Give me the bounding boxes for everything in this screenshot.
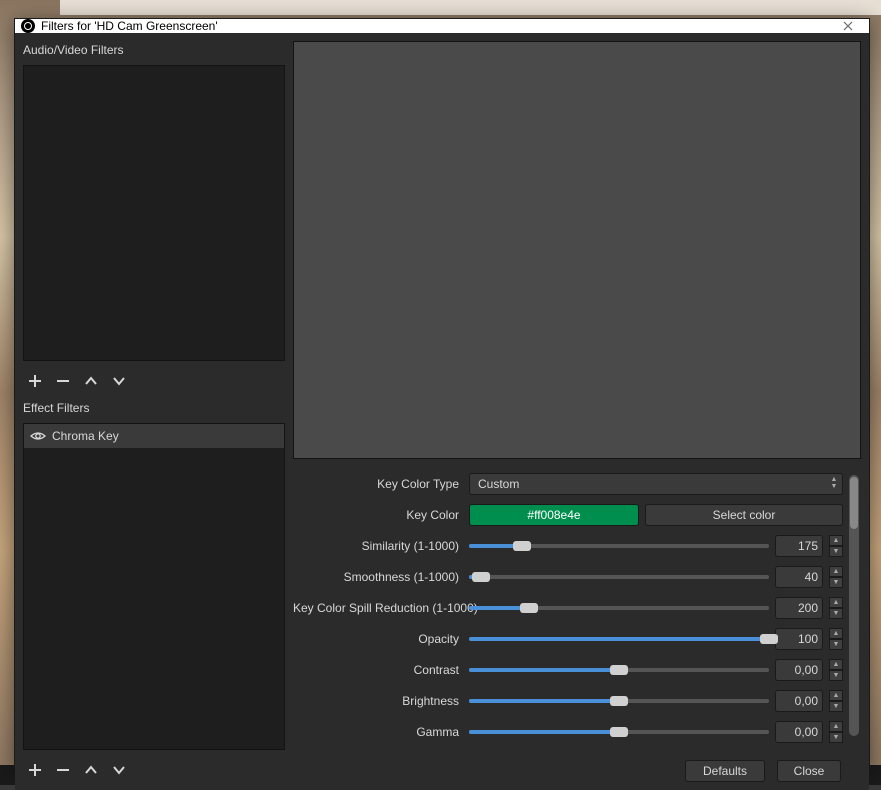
effect-filter-name: Chroma Key <box>52 429 119 443</box>
brightness-up[interactable]: ▲ <box>829 690 843 701</box>
select-color-button[interactable]: Select color <box>645 504 843 526</box>
filter-preview <box>293 41 861 459</box>
filter-properties: Key Color Type Custom ▲▼ Key Color #ff00… <box>293 473 843 782</box>
close-icon[interactable] <box>833 19 863 33</box>
contrast-row: Contrast 0,00 ▲▼ <box>293 659 843 681</box>
filters-dialog: Filters for 'HD Cam Greenscreen' Audio/V… <box>14 18 870 768</box>
similarity-row: Similarity (1-1000) 175 ▲▼ <box>293 535 843 557</box>
key-color-swatch[interactable]: #ff008e4e <box>469 504 639 526</box>
remove-effect-filter-button[interactable] <box>53 760 73 780</box>
opacity-row: Opacity 100 ▲▼ <box>293 628 843 650</box>
contrast-value[interactable]: 0,00 <box>775 659 823 681</box>
effect-filters-label: Effect Filters <box>23 399 285 417</box>
contrast-down[interactable]: ▼ <box>829 670 843 681</box>
opacity-up[interactable]: ▲ <box>829 628 843 639</box>
smoothness-value[interactable]: 40 <box>775 566 823 588</box>
brightness-down[interactable]: ▼ <box>829 701 843 712</box>
move-up-audio-filter-button[interactable] <box>81 371 101 391</box>
smoothness-down[interactable]: ▼ <box>829 577 843 588</box>
smoothness-slider[interactable] <box>469 566 769 588</box>
move-up-effect-filter-button[interactable] <box>81 760 101 780</box>
audio-filters-label: Audio/Video Filters <box>23 41 285 59</box>
remove-audio-filter-button[interactable] <box>53 371 73 391</box>
contrast-up[interactable]: ▲ <box>829 659 843 670</box>
add-effect-filter-button[interactable] <box>25 760 45 780</box>
key-color-type-combo[interactable]: Custom ▲▼ <box>469 473 843 495</box>
defaults-button[interactable]: Defaults <box>685 760 765 782</box>
gamma-row: Gamma 0,00 ▲▼ <box>293 721 843 743</box>
properties-scrollbar[interactable] <box>849 475 859 736</box>
similarity-slider[interactable] <box>469 535 769 557</box>
gamma-up[interactable]: ▲ <box>829 721 843 732</box>
effect-filters-toolbar <box>23 756 285 782</box>
key-color-label: Key Color <box>293 508 463 522</box>
audio-filters-list[interactable] <box>23 65 285 361</box>
move-down-effect-filter-button[interactable] <box>109 760 129 780</box>
spill-down[interactable]: ▼ <box>829 608 843 619</box>
obs-icon <box>21 19 35 33</box>
opacity-slider[interactable] <box>469 628 769 650</box>
audio-filters-toolbar <box>23 367 285 393</box>
spill-value[interactable]: 200 <box>775 597 823 619</box>
window-title: Filters for 'HD Cam Greenscreen' <box>41 19 218 33</box>
spill-slider[interactable] <box>469 597 769 619</box>
titlebar[interactable]: Filters for 'HD Cam Greenscreen' <box>15 19 869 33</box>
brightness-row: Brightness 0,00 ▲▼ <box>293 690 843 712</box>
eye-icon[interactable] <box>30 428 46 444</box>
spill-row: Key Color Spill Reduction (1-1000) 200 ▲… <box>293 597 843 619</box>
similarity-value[interactable]: 175 <box>775 535 823 557</box>
gamma-value[interactable]: 0,00 <box>775 721 823 743</box>
opacity-down[interactable]: ▼ <box>829 639 843 650</box>
key-color-type-label: Key Color Type <box>293 477 463 491</box>
effect-filters-list[interactable]: Chroma Key <box>23 423 285 750</box>
close-button[interactable]: Close <box>777 760 841 782</box>
move-down-audio-filter-button[interactable] <box>109 371 129 391</box>
similarity-down[interactable]: ▼ <box>829 546 843 557</box>
gamma-down[interactable]: ▼ <box>829 732 843 743</box>
smoothness-up[interactable]: ▲ <box>829 566 843 577</box>
similarity-up[interactable]: ▲ <box>829 535 843 546</box>
brightness-slider[interactable] <box>469 690 769 712</box>
opacity-value[interactable]: 100 <box>775 628 823 650</box>
smoothness-row: Smoothness (1-1000) 40 ▲▼ <box>293 566 843 588</box>
add-audio-filter-button[interactable] <box>25 371 45 391</box>
gamma-slider[interactable] <box>469 721 769 743</box>
contrast-slider[interactable] <box>469 659 769 681</box>
spill-up[interactable]: ▲ <box>829 597 843 608</box>
brightness-value[interactable]: 0,00 <box>775 690 823 712</box>
effect-filter-item[interactable]: Chroma Key <box>24 424 284 448</box>
